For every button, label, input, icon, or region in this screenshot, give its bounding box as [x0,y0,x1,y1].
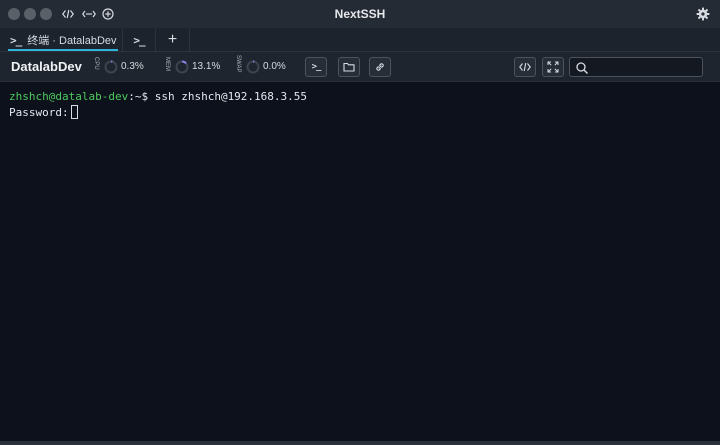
swap-gauge [246,60,260,74]
prompt-command: ssh zhshch@192.168.3.55 [148,90,308,103]
prompt-path: :~$ [128,90,149,103]
link-icon [376,63,384,71]
open-terminal-button[interactable]: >_ [305,57,327,77]
fullscreen-button[interactable] [542,57,564,77]
search-field[interactable] [569,57,703,77]
tab-bar: >_ 终端 · DatalabDev >_ + [0,28,720,52]
tab-label: 终端 · DatalabDev [27,35,117,47]
terminal-line: zhshch@datalab-dev:~$ ssh zhshch@192.168… [9,89,720,105]
tab-terminal-datalabdev[interactable]: >_ 终端 · DatalabDev [0,28,122,52]
search-input[interactable] [592,60,698,74]
terminal-line: Password: [9,105,720,121]
new-tab-button[interactable]: + [156,28,190,52]
cpu-gauge [104,60,118,74]
cpu-value: 0.3% [121,61,144,72]
open-files-button[interactable] [338,57,360,77]
swap-value: 0.0% [263,61,286,72]
terminal-icon: >_ [311,62,322,72]
app-window: NextSSH >_ 终端 · DatalabDev >_ + DatalabD… [0,0,720,445]
mem-gauge [175,60,189,74]
mem-label: MEM [164,57,170,71]
gear-icon[interactable] [694,5,712,23]
terminal-output[interactable]: zhshch@datalab-dev:~$ ssh zhshch@192.168… [0,82,720,442]
code-snippets-button[interactable] [514,57,536,77]
terminal-icon: >_ [133,33,145,47]
window-bottom-edge [0,441,720,445]
swap-label: SWAP [235,55,241,73]
session-toolbar: DatalabDev CPU 0.3% MEM 13.1% SWAP 0.0% … [0,52,720,82]
password-prompt: Password: [9,106,69,119]
cpu-label: CPU [93,57,99,70]
code-icon [519,62,531,72]
active-tab-indicator [8,49,118,51]
tab-terminal-2[interactable]: >_ [122,28,156,52]
port-forward-button[interactable] [369,57,391,77]
window-title: NextSSH [334,7,386,21]
host-name: DatalabDev [11,59,82,74]
expand-icon [547,61,559,73]
title-bar: NextSSH [0,0,720,28]
terminal-cursor [70,105,78,119]
terminal-icon: >_ [10,33,22,47]
prompt-user-host: zhshch@datalab-dev [9,90,129,103]
mem-value: 13.1% [192,61,221,72]
folder-icon [343,62,355,72]
search-icon [576,62,588,74]
